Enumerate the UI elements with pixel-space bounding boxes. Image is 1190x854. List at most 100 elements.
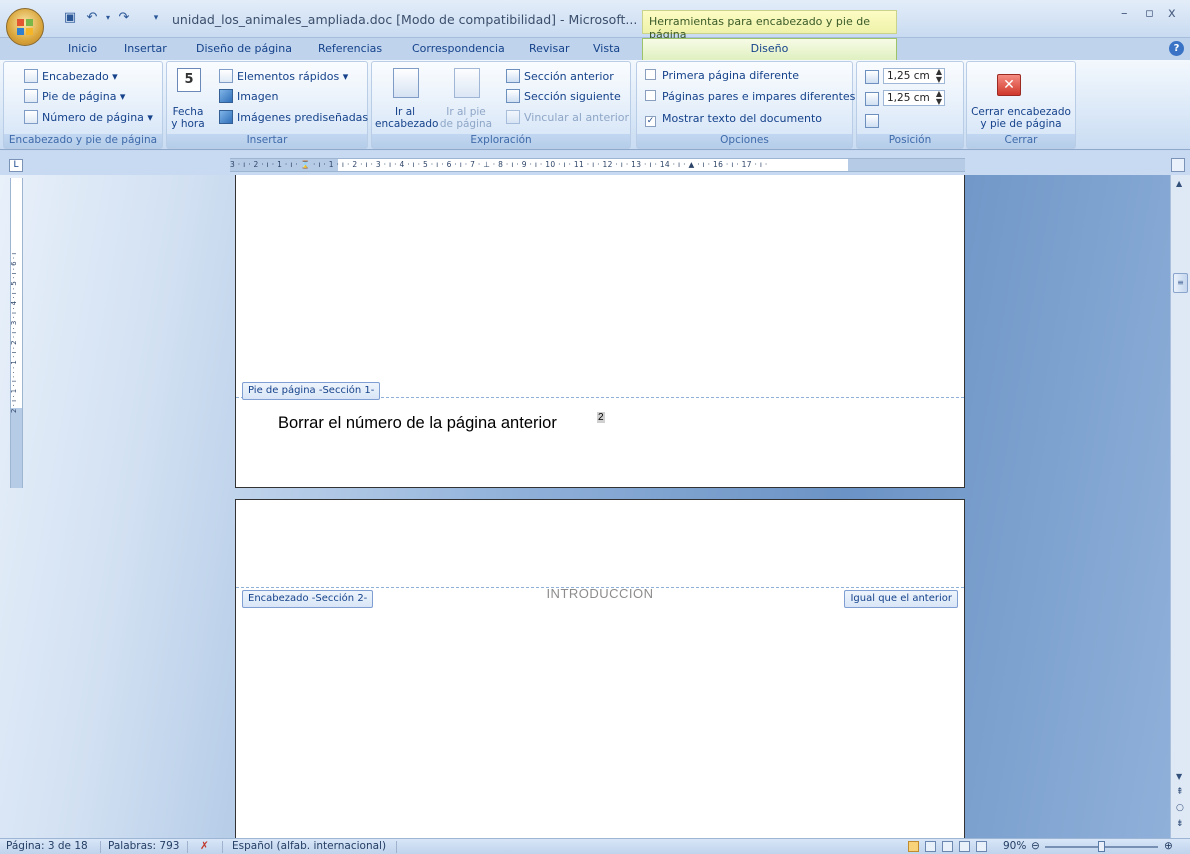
- zoom-level[interactable]: 90%: [1003, 839, 1026, 854]
- page-number-field[interactable]: 2: [597, 412, 605, 423]
- tab-revisar[interactable]: Revisar: [529, 40, 569, 60]
- scroll-down-icon[interactable]: ▼: [1176, 772, 1182, 781]
- next-section-icon: [506, 89, 520, 103]
- ir-al-encabezado-button[interactable]: Ir al encabezado: [375, 68, 438, 130]
- tab-diseno-pagina[interactable]: Diseño de página: [196, 40, 292, 60]
- group-cerrar: ✕ Cerrar encabezado y pie de página Cerr…: [966, 61, 1076, 149]
- go-to-header-icon: [393, 68, 419, 98]
- print-layout-icon[interactable]: [908, 841, 919, 852]
- footer-section-tag: Pie de página -Sección 1-: [242, 382, 381, 400]
- picture-icon: [219, 89, 233, 103]
- vertical-ruler[interactable]: 2 · ı · 1 · ı · · · 1 · ı · 2 · ı · 3 · …: [10, 178, 23, 488]
- group-insertar: 5 Fecha y hora Elementos rápidos ▾ Image…: [166, 61, 368, 149]
- zoom-in-icon[interactable]: ⊕: [1164, 839, 1173, 854]
- close-window-button[interactable]: x: [1168, 6, 1176, 21]
- window-title: unidad_los_animales_ampliada.doc [Modo d…: [172, 12, 638, 27]
- group-opciones: Primera página diferente Páginas pares e…: [636, 61, 855, 149]
- ruler-right-margin: [848, 159, 965, 171]
- previous-section-icon: [506, 69, 520, 83]
- group-label: Cerrar: [967, 134, 1075, 148]
- separator: [100, 841, 101, 853]
- mostrar-texto-documento-checkbox[interactable]: ✓ Mostrar texto del documento: [645, 112, 822, 127]
- imagenes-prediseñadas-button[interactable]: Imágenes prediseñadas: [219, 110, 368, 125]
- vincular-anterior-button[interactable]: Vincular al anterior: [506, 110, 629, 125]
- ir-al-pie-button[interactable]: Ir al pie de página: [436, 68, 496, 130]
- link-previous-icon: [506, 110, 520, 124]
- page-count[interactable]: Página: 3 de 18: [6, 839, 88, 854]
- save-icon[interactable]: ▣: [62, 10, 78, 26]
- previous-page-icon[interactable]: ⇞: [1176, 787, 1184, 797]
- tab-correspondencia[interactable]: Correspondencia: [412, 40, 505, 60]
- status-bar: Página: 3 de 18 Palabras: 793 ✗ Español …: [0, 838, 1190, 854]
- group-label: Insertar: [167, 134, 367, 148]
- web-layout-icon[interactable]: [942, 841, 953, 852]
- undo-dropdown-icon[interactable]: ▾: [100, 10, 116, 26]
- pie-de-pagina-button[interactable]: Pie de página ▾: [24, 89, 125, 104]
- word-count[interactable]: Palabras: 793: [108, 839, 179, 854]
- zoom-out-icon[interactable]: ⊖: [1031, 839, 1040, 854]
- office-button[interactable]: [6, 8, 44, 46]
- header-position-input[interactable]: 1,25 cm ▲ ▼: [883, 68, 945, 84]
- horizontal-ruler[interactable]: 3 · ı · 2 · ı · 1 · ı · ⌛ · ı · 1 · ı · …: [230, 158, 965, 172]
- primera-pagina-diferente-checkbox[interactable]: Primera página diferente: [645, 69, 799, 83]
- full-screen-reading-icon[interactable]: [925, 841, 936, 852]
- outline-view-icon[interactable]: [959, 841, 970, 852]
- separator: [222, 841, 223, 853]
- help-icon[interactable]: ?: [1169, 41, 1184, 56]
- tab-inicio[interactable]: Inicio: [68, 40, 97, 60]
- group-posicion: 1,25 cm ▲ ▼ 1,25 cm ▲ ▼ Posición: [856, 61, 964, 149]
- redo-icon[interactable]: ↷: [116, 10, 132, 26]
- tab-selector[interactable]: L: [9, 159, 23, 172]
- tab-diseno[interactable]: Diseño: [642, 38, 897, 60]
- seccion-anterior-button[interactable]: Sección anterior: [506, 69, 614, 84]
- imagen-button[interactable]: Imagen: [219, 89, 278, 104]
- proofing-icon[interactable]: ✗: [200, 839, 209, 854]
- fecha-hora-button[interactable]: 5 Fecha y hora: [171, 68, 205, 130]
- restore-button[interactable]: ▫: [1145, 6, 1154, 21]
- page[interactable]: Pie de página -Sección 1- Borrar el núme…: [235, 175, 965, 488]
- ruler-row: L 3 · ı · 2 · ı · 1 · ı · ⌛ · ı · 1 · ı …: [0, 151, 1190, 175]
- select-browse-object-icon[interactable]: ○: [1176, 803, 1184, 813]
- document-workspace: Pie de página -Sección 1- Borrar el núme…: [0, 175, 1170, 838]
- zoom-slider-knob[interactable]: [1098, 841, 1105, 852]
- draft-view-icon[interactable]: [976, 841, 987, 852]
- page[interactable]: Encabezado -Sección 2- INTRODUCCION Igua…: [235, 499, 965, 838]
- same-as-previous-tag: Igual que el anterior: [844, 590, 958, 608]
- footer-icon: [24, 89, 38, 103]
- page-number-icon: [24, 110, 38, 124]
- spinner-icon[interactable]: ▲ ▼: [936, 68, 942, 84]
- tab-referencias[interactable]: Referencias: [318, 40, 382, 60]
- footer-text[interactable]: Borrar el número de la página anterior: [278, 414, 558, 433]
- scroll-thumb[interactable]: ≡: [1173, 273, 1188, 293]
- quick-parts-icon: [219, 69, 233, 83]
- next-page-icon[interactable]: ⇟: [1176, 819, 1184, 829]
- calendar-icon: 5: [177, 68, 201, 92]
- office-logo-icon: [17, 19, 33, 35]
- encabezado-button[interactable]: Encabezado ▾: [24, 69, 118, 84]
- cerrar-encabezado-button[interactable]: ✕ Cerrar encabezado y pie de página: [967, 62, 1075, 134]
- scroll-up-icon[interactable]: ▲: [1176, 179, 1182, 188]
- group-label: Encabezado y pie de página: [4, 134, 162, 148]
- elementos-rapidos-button[interactable]: Elementos rápidos ▾: [219, 69, 348, 84]
- numero-de-pagina-button[interactable]: Número de página ▾: [24, 110, 153, 125]
- vertical-scrollbar[interactable]: ▲ ≡ ▼ ⇞ ○ ⇟: [1170, 175, 1190, 838]
- seccion-siguiente-button[interactable]: Sección siguiente: [506, 89, 621, 104]
- group-encabezado-pie: Encabezado ▾ Pie de página ▾ Número de p…: [3, 61, 163, 149]
- separator: [187, 841, 188, 853]
- insert-alignment-tab-icon[interactable]: [865, 114, 879, 128]
- customize-qat-icon[interactable]: ▾: [148, 10, 164, 26]
- checkbox-checked-icon: ✓: [645, 116, 656, 127]
- paginas-pares-impares-checkbox[interactable]: Páginas pares e impares diferentes: [645, 90, 855, 104]
- spinner-icon[interactable]: ▲ ▼: [936, 90, 942, 106]
- ribbon: Encabezado ▾ Pie de página ▾ Número de p…: [0, 60, 1190, 150]
- tab-insertar[interactable]: Insertar: [124, 40, 167, 60]
- undo-icon[interactable]: ↶: [84, 10, 100, 26]
- view-ruler-icon[interactable]: [1171, 158, 1185, 172]
- tab-vista[interactable]: Vista: [593, 40, 620, 60]
- checkbox-unchecked-icon: [645, 69, 656, 80]
- footer-position-icon: [865, 92, 879, 106]
- minimize-button[interactable]: –: [1121, 6, 1128, 21]
- language-status[interactable]: Español (alfab. internacional): [232, 839, 386, 854]
- close-icon: ✕: [997, 74, 1021, 96]
- footer-position-input[interactable]: 1,25 cm ▲ ▼: [883, 90, 945, 106]
